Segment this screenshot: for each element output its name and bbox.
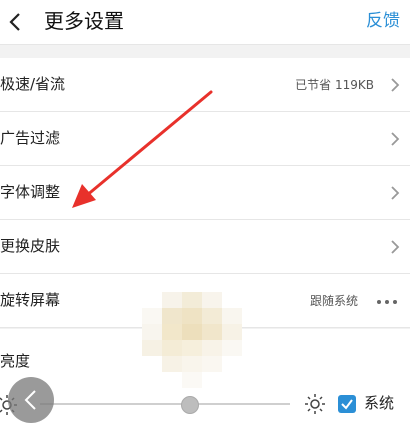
row-label: 更换皮肤: [0, 237, 61, 255]
chevron-right-icon: [391, 132, 400, 146]
row-label: 字体调整: [0, 183, 61, 201]
page-title: 更多设置: [44, 9, 124, 33]
chevron-left-icon: [24, 390, 36, 410]
chevron-right-icon: [391, 240, 400, 254]
brightness-slider-track[interactable]: [40, 403, 290, 405]
setting-row-speed[interactable]: 极速/省流 已节省 119KB: [0, 58, 410, 112]
data-saved-value: 已节省 119KB: [295, 78, 374, 92]
feedback-link[interactable]: 反馈: [366, 10, 400, 32]
top-bar: 更多设置 反馈: [0, 0, 410, 45]
system-brightness-label: 系统: [364, 394, 395, 412]
setting-row-font-size[interactable]: 字体调整: [0, 166, 410, 220]
setting-row-ad-filter[interactable]: 广告过滤: [0, 112, 410, 166]
setting-row-skin[interactable]: 更换皮肤: [0, 220, 410, 274]
floating-back-button[interactable]: [8, 377, 54, 423]
checkmark-icon: [341, 399, 353, 410]
brightness-high-icon: [305, 394, 325, 414]
row-label: 旋转屏幕: [0, 291, 61, 309]
system-brightness-checkbox[interactable]: [338, 395, 356, 413]
chevron-right-icon: [391, 186, 400, 200]
back-arrow-icon[interactable]: [6, 10, 26, 34]
mosaic-overlay: [142, 292, 242, 388]
brightness-slider-thumb[interactable]: [181, 396, 199, 414]
more-options-icon[interactable]: [376, 299, 398, 305]
row-label: 极速/省流: [0, 75, 66, 93]
rotate-value: 跟随系统: [309, 294, 358, 308]
chevron-right-icon: [391, 78, 400, 92]
row-label: 广告过滤: [0, 129, 61, 147]
brightness-label: 亮度: [0, 352, 31, 370]
settings-list: 极速/省流 已节省 119KB 广告过滤 字体调整 更换皮肤 旋转屏幕 跟随系统: [0, 58, 410, 328]
